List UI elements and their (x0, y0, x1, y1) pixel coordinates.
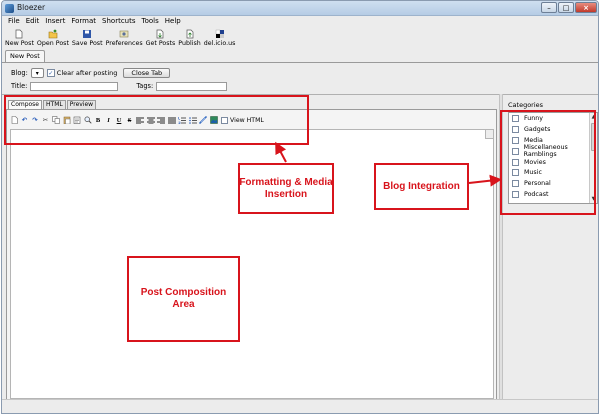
menu-format[interactable]: Format (69, 16, 98, 27)
menu-tools[interactable]: Tools (140, 16, 161, 27)
tags-input[interactable] (156, 81, 228, 91)
new-post-icon (16, 29, 23, 39)
menu-insert[interactable]: Insert (43, 16, 67, 27)
editor-scrollbar[interactable] (485, 130, 493, 139)
main-toolbar: New Post Open Post Save Post Preferences… (2, 27, 598, 49)
title-input[interactable] (30, 81, 119, 91)
save-post-icon (83, 30, 92, 38)
close-icon: × (583, 3, 589, 12)
app-logo-icon (5, 4, 14, 13)
get-posts-icon (157, 29, 164, 39)
publish-label: Publish (178, 40, 201, 47)
post-options-row: Blog: ▾ ✓ Clear after posting Close Tab (11, 67, 171, 79)
formatting-annotation-text: Formatting & Media Insertion (239, 176, 333, 200)
tags-label: Tags: (136, 82, 154, 90)
chevron-down-icon: ▾ (35, 69, 39, 77)
open-post-icon (48, 29, 58, 39)
window-title: Bloezer (17, 3, 46, 12)
tab-divider (2, 62, 598, 63)
blog-select[interactable]: ▾ (30, 68, 44, 78)
menu-file[interactable]: File (6, 16, 22, 27)
status-bar (2, 399, 598, 413)
open-post-button[interactable]: Open Post (37, 27, 69, 49)
maximize-button[interactable]: □ (558, 2, 574, 13)
get-posts-button[interactable]: Get Posts (145, 27, 176, 49)
categories-title: Categories (508, 101, 544, 109)
close-tab-button[interactable]: Close Tab (123, 68, 171, 78)
title-label: Title: (11, 82, 28, 90)
maximize-icon: □ (562, 3, 570, 12)
get-posts-label: Get Posts (145, 40, 176, 47)
document-tab-new-post[interactable]: New Post (5, 50, 45, 62)
menu-help[interactable]: Help (163, 16, 183, 27)
new-post-label: New Post (5, 40, 34, 47)
categories-callout-box (500, 110, 596, 215)
minimize-icon: – (547, 3, 551, 12)
save-post-button[interactable]: Save Post (72, 27, 103, 49)
delicious-button[interactable]: del.icio.us (203, 27, 236, 49)
editor-frame: ↶ ↷ ✂ B I U S View HTML (6, 109, 497, 401)
blog-label: Blog: (11, 69, 28, 77)
menu-bar: File Edit Insert Format Shortcuts Tools … (2, 16, 598, 27)
publish-icon (186, 29, 193, 39)
menu-edit[interactable]: Edit (24, 16, 42, 27)
composition-annotation-text: Post Composition Area (140, 287, 227, 310)
close-window-button[interactable]: × (575, 2, 597, 13)
clear-after-posting-label: Clear after posting (56, 69, 118, 77)
minimize-button[interactable]: – (541, 2, 557, 13)
delicious-icon (215, 29, 224, 38)
clear-after-posting-checkbox[interactable]: ✓ (46, 69, 55, 77)
preferences-button[interactable]: Preferences (106, 27, 143, 49)
preferences-icon (119, 30, 129, 38)
formatting-callout-box (4, 95, 309, 145)
new-post-button[interactable]: New Post (5, 27, 34, 49)
delicious-label: del.icio.us (203, 40, 236, 47)
title-bar[interactable]: Bloezer – □ × (2, 1, 598, 16)
post-meta-row: Title: Tags: (11, 81, 228, 91)
publish-button[interactable]: Publish (178, 27, 201, 49)
preferences-label: Preferences (105, 40, 143, 47)
blog-integration-annotation-text: Blog Integration (383, 180, 460, 192)
open-post-label: Open Post (36, 40, 69, 47)
save-post-label: Save Post (71, 40, 103, 47)
menu-shortcuts[interactable]: Shortcuts (100, 16, 137, 27)
